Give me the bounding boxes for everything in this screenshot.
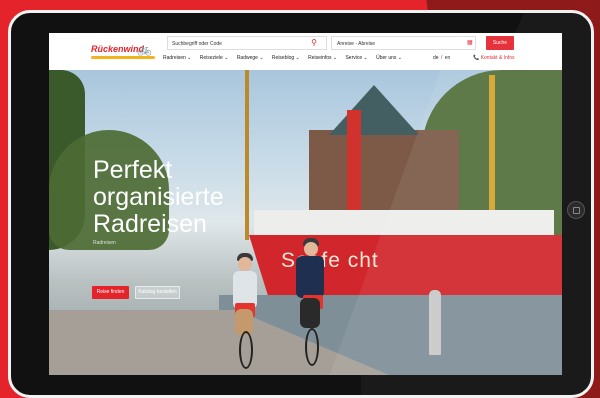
hero-section: Seefe cht Perfekt organisierte Radreisen… xyxy=(49,70,562,375)
lang-separator: / xyxy=(440,55,443,61)
lang-de-link[interactable]: de xyxy=(433,55,439,61)
bicycle-icon: 🚲 xyxy=(137,42,152,56)
search-input[interactable]: Suchbegriff oder Code xyxy=(167,36,327,50)
harbor-building xyxy=(309,130,459,220)
bollard xyxy=(429,290,441,355)
contact-link[interactable]: 📞 Kontakt & Infos xyxy=(473,55,515,61)
tablet-frame: Seefe cht Perfekt organisierte Radreisen… xyxy=(8,10,594,398)
site-header: Rückenwind 🚲 Suchbegriff oder Code ⚲ Anr… xyxy=(49,33,562,70)
calendar-icon[interactable]: ▦ xyxy=(467,36,477,50)
hero-subtitle: Radreisen xyxy=(93,240,116,246)
search-button[interactable]: Suche xyxy=(486,36,514,50)
building-roof xyxy=(329,85,419,135)
home-button-icon[interactable] xyxy=(567,201,585,219)
nav-item-service[interactable]: Service ⌄ xyxy=(345,55,367,61)
order-catalog-button[interactable]: Katalog bestellen xyxy=(135,286,180,299)
cyclist-man xyxy=(290,238,330,373)
brand-logo[interactable]: Rückenwind 🚲 xyxy=(91,41,156,63)
date-range-input[interactable]: Anreise - Abreise xyxy=(331,36,476,50)
main-navigation: Radreisen ⌄ Reiseziele ⌄ Radwege ⌄ Reise… xyxy=(163,55,409,65)
nav-item-reiseinfos[interactable]: Reiseinfos ⌄ xyxy=(308,55,337,61)
hero-title: Perfekt organisierte Radreisen xyxy=(93,156,224,238)
nav-item-reiseziele[interactable]: Reiseziele ⌄ xyxy=(200,55,229,61)
website-screen: Seefe cht Perfekt organisierte Radreisen… xyxy=(49,33,562,375)
logo-swoosh xyxy=(91,56,155,59)
cyclist-woman xyxy=(227,253,263,373)
nav-item-radwege[interactable]: Radwege ⌄ xyxy=(237,55,264,61)
ship-deck xyxy=(254,210,554,235)
nav-item-radreisen[interactable]: Radreisen ⌄ xyxy=(163,55,191,61)
language-switch: de / en xyxy=(433,55,450,61)
nav-item-reiseblog[interactable]: Reiseblog ⌄ xyxy=(272,55,300,61)
nav-item-ueber-uns[interactable]: Über uns ⌄ xyxy=(376,55,402,61)
search-icon[interactable]: ⚲ xyxy=(307,36,321,50)
find-trip-button[interactable]: Reise finden xyxy=(92,286,129,299)
lang-en-link[interactable]: en xyxy=(445,55,451,61)
